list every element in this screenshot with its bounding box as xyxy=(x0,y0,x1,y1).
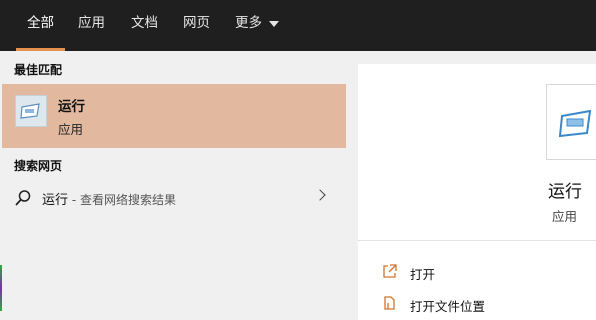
tab-documents-label: 文档 xyxy=(131,15,158,31)
open-action-label: 打开 xyxy=(410,267,436,282)
open-icon xyxy=(382,263,398,283)
tab-apps[interactable]: 应用 xyxy=(78,0,105,51)
tab-more[interactable]: 更多 xyxy=(235,0,281,51)
web-search-hint: - 查看网络搜索结果 xyxy=(68,193,176,207)
tab-documents[interactable]: 文档 xyxy=(131,0,158,51)
tab-all-label: 全部 xyxy=(27,15,54,31)
detail-pane: 运行 应用 打开 打开文件位置 xyxy=(346,51,596,320)
web-search-query: 运行 xyxy=(42,193,69,208)
best-match-item[interactable]: 运行 应用 xyxy=(2,84,346,148)
web-search-text: 运行 - 查看网络搜索结果 xyxy=(42,189,176,208)
best-match-subtitle: 应用 xyxy=(58,122,84,137)
best-match-title: 运行 xyxy=(58,99,85,115)
open-file-location-label: 打开文件位置 xyxy=(410,299,486,314)
tab-web-label: 网页 xyxy=(183,15,210,31)
search-filter-tabs: 全部 应用 文档 网页 更多 xyxy=(0,0,596,51)
chevron-down-icon xyxy=(269,21,279,27)
chevron-right-icon[interactable] xyxy=(314,189,326,201)
file-location-icon xyxy=(382,295,398,315)
run-app-large-icon xyxy=(546,84,596,160)
best-match-heading: 最佳匹配 xyxy=(14,63,63,77)
tab-more-label: 更多 xyxy=(235,15,262,31)
detail-subtitle: 应用 xyxy=(552,209,578,224)
run-app-icon xyxy=(15,95,47,127)
divider xyxy=(358,240,596,241)
search-icon xyxy=(14,189,32,211)
results-pane: 最佳匹配 运行 应用 搜索网页 运行 - 查看网络搜索结果 xyxy=(0,51,346,320)
detail-title: 运行 xyxy=(548,182,582,202)
tab-web[interactable]: 网页 xyxy=(183,0,210,51)
tab-all[interactable]: 全部 xyxy=(16,0,65,51)
detail-card: 运行 应用 打开 打开文件位置 xyxy=(358,64,596,320)
web-search-item[interactable]: 运行 - 查看网络搜索结果 xyxy=(2,182,346,214)
background-edge xyxy=(0,265,2,311)
tab-apps-label: 应用 xyxy=(78,15,105,31)
web-search-heading: 搜索网页 xyxy=(14,159,63,173)
